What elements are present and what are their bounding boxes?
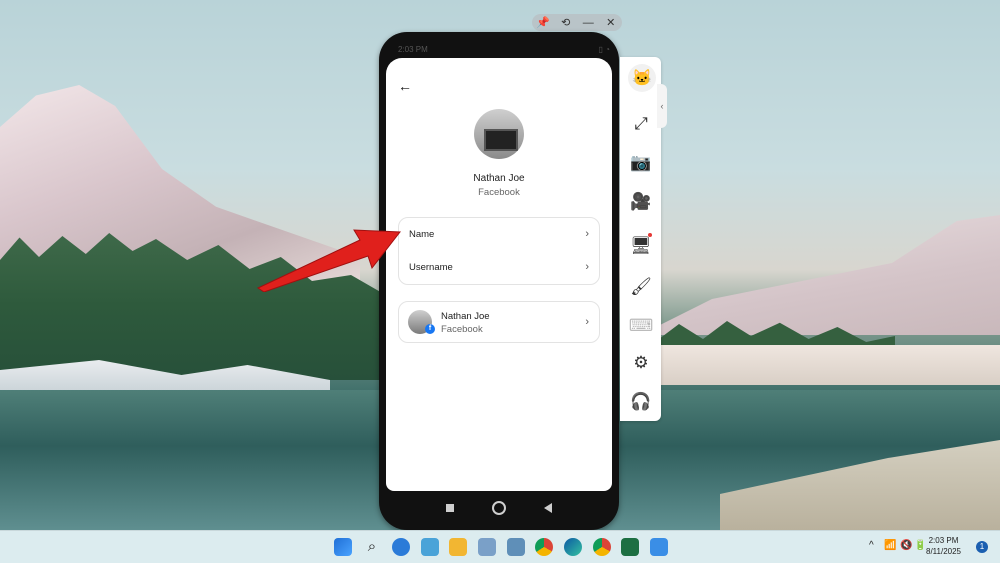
collapse-toolbar-button[interactable]: ‹ — [657, 84, 667, 128]
app-icon[interactable] — [478, 538, 496, 556]
history-icon[interactable]: ⟲ — [558, 16, 574, 29]
notepad-icon[interactable] — [507, 538, 525, 556]
edge-icon[interactable] — [564, 538, 582, 556]
screenshot-icon[interactable]: 📷 — [629, 151, 653, 175]
chevron-right-icon: › — [585, 228, 589, 240]
clock-time: 2:03 PM — [928, 536, 959, 545]
app-icon[interactable] — [421, 538, 439, 556]
profile-source: Facebook — [478, 187, 520, 198]
clock-date: 8/11/2025 — [926, 547, 961, 556]
emulator-window-controls: 📌 ⟲ — ✕ — [532, 14, 622, 31]
username-option[interactable]: Username › — [399, 251, 599, 284]
minimize-button[interactable]: — — [580, 17, 596, 29]
profile-options-card: Name › Username › — [398, 217, 600, 285]
search-icon[interactable]: ⌕ — [363, 538, 381, 556]
phone-nav-bar — [386, 496, 612, 520]
excel-icon[interactable] — [621, 538, 639, 556]
brush-icon[interactable]: 🖌 — [629, 275, 653, 299]
home-button[interactable] — [492, 501, 506, 515]
account-card[interactable]: f Nathan Joe Facebook › — [398, 301, 600, 343]
account-row[interactable]: f Nathan Joe Facebook › — [399, 302, 599, 342]
back-button[interactable] — [544, 503, 552, 513]
mascot-icon[interactable]: 🐱 — [628, 64, 656, 92]
username-option-label: Username — [409, 262, 453, 273]
status-icons: ▯ ◔ — [598, 44, 610, 54]
wallpaper-mountain-right — [640, 215, 1000, 335]
fullscreen-icon[interactable]: ⤢ — [629, 112, 653, 136]
chevron-right-icon: › — [585, 261, 589, 273]
notification-badge[interactable]: 1 — [976, 541, 988, 553]
taskbar-clock[interactable]: 2:03 PM 8/11/2025 — [926, 535, 961, 557]
close-button[interactable]: ✕ — [603, 16, 619, 29]
account-name: Nathan Joe — [441, 311, 490, 322]
file-explorer-icon[interactable] — [449, 538, 467, 556]
phone-status-bar: 2:03 PM ▯ ◔ — [398, 41, 610, 57]
cast-icon[interactable]: 🖥 — [629, 234, 653, 258]
notification-dot — [648, 233, 652, 237]
profile-avatar — [474, 109, 524, 159]
record-icon[interactable]: 🎥 — [629, 190, 653, 214]
battery-icon[interactable]: 🔋 — [914, 540, 926, 551]
account-source: Facebook — [441, 324, 483, 335]
emulator-app-icon[interactable] — [650, 538, 668, 556]
recents-button[interactable] — [446, 504, 454, 512]
red-arrow-annotation — [256, 229, 401, 292]
settings-icon[interactable]: ⚙ — [629, 351, 653, 375]
profile-name: Nathan Joe — [473, 173, 525, 184]
wifi-icon[interactable]: 📶 — [884, 540, 896, 551]
support-icon[interactable]: 🎧 — [629, 390, 653, 414]
chrome-icon[interactable] — [593, 538, 611, 556]
tray-chevron-icon[interactable]: ^ — [869, 540, 874, 551]
phone-screen: ← Nathan Joe Facebook Name › Username › … — [386, 58, 612, 491]
windows-taskbar: ⌕ ^ 📶 🔇 🔋 2:03 PM 8/11/2025 1 — [0, 530, 1000, 563]
volume-icon[interactable]: 🔇 — [900, 540, 912, 551]
back-arrow-icon[interactable]: ← — [398, 78, 412, 94]
wallpaper-beach — [620, 345, 1000, 385]
facebook-icon: f — [425, 324, 435, 334]
keyboard-icon[interactable]: ⌨ — [629, 314, 654, 338]
chrome-icon[interactable] — [535, 538, 553, 556]
name-option-label: Name — [409, 229, 435, 240]
app-icon[interactable] — [392, 538, 410, 556]
chevron-right-icon: › — [585, 316, 589, 328]
name-option[interactable]: Name › — [399, 218, 599, 251]
pin-icon[interactable]: 📌 — [535, 16, 551, 29]
start-icon[interactable] — [334, 538, 352, 556]
status-time: 2:03 PM — [398, 44, 428, 54]
